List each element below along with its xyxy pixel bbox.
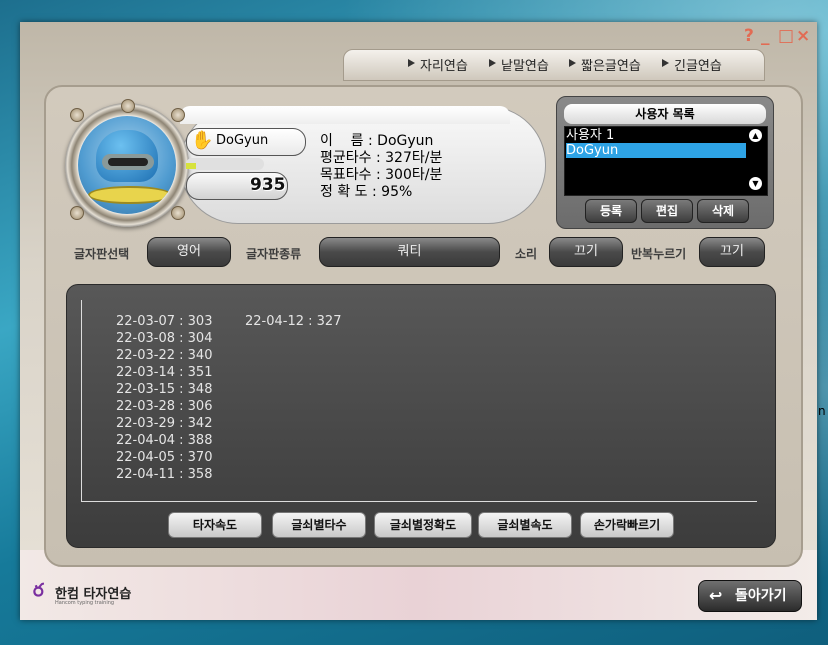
scroll-down-icon[interactable]: ▼ <box>749 177 762 190</box>
bolt-icon <box>171 108 185 122</box>
record-entry: 22-04-11 : 358 <box>116 467 213 482</box>
key-count-button[interactable]: 글쇠별타수 <box>272 512 366 538</box>
tab-long-text-practice[interactable]: 긴글연습 <box>662 55 722 74</box>
level-bar-fill <box>186 163 196 169</box>
finger-speed-button[interactable]: 손가락빠르기 <box>580 512 674 538</box>
bolt-icon <box>121 99 135 113</box>
info-target-speed: 목표타수 : 300타/분 <box>320 167 443 183</box>
record-entry: 22-04-04 : 388 <box>116 433 213 448</box>
repeat-key-toggle[interactable]: 끄기 <box>699 237 765 267</box>
sound-toggle[interactable]: 끄기 <box>549 237 623 267</box>
graph-x-axis <box>81 501 757 502</box>
edit-user-button[interactable]: 편집 <box>641 199 693 223</box>
record-entry: 22-03-22 : 340 <box>116 348 213 363</box>
graph-y-axis <box>81 300 82 501</box>
info-name: 이 름 : DoGyun <box>320 133 434 149</box>
keyboard-select-dropdown[interactable]: 영어 <box>147 237 231 267</box>
repeat-key-label: 반복누르기 <box>631 247 687 261</box>
bolt-icon <box>171 206 185 220</box>
score-value: 935 <box>250 175 286 195</box>
user-list-item-selected[interactable]: DoGyun <box>566 143 746 158</box>
record-entry: 22-03-28 : 306 <box>116 399 213 414</box>
hand-icon: ✋ <box>191 130 214 151</box>
delete-user-button[interactable]: 삭제 <box>697 199 749 223</box>
record-entry: 22-04-05 : 370 <box>116 450 213 465</box>
record-entry: 22-04-12 : 327 <box>245 314 342 329</box>
typing-speed-button[interactable]: 타자속도 <box>168 512 262 538</box>
back-arrow-icon: ↩ <box>709 586 723 605</box>
robot-eyes <box>108 158 148 166</box>
tab-short-text-practice[interactable]: 짧은글연습 <box>569 55 641 74</box>
keyboard-type-label: 글자판종류 <box>246 247 302 261</box>
tab-position-practice[interactable]: 자리연습 <box>408 55 468 74</box>
register-user-button[interactable]: 등록 <box>585 199 637 223</box>
key-accuracy-button[interactable]: 글쇠별정확도 <box>374 512 472 538</box>
minimize-button[interactable]: _ <box>761 26 770 46</box>
back-button[interactable]: ↩ 돌아가기 <box>698 580 802 612</box>
bolt-icon <box>70 108 84 122</box>
logo-subtitle: Hancom typing training <box>55 600 115 606</box>
close-button[interactable]: × <box>796 26 810 46</box>
hancom-logo-icon: ర <box>33 580 44 601</box>
bolt-icon <box>70 206 84 220</box>
profile-bar-highlight <box>180 106 510 124</box>
user-list-title: 사용자 목록 <box>564 104 766 124</box>
avatar[interactable] <box>78 116 176 214</box>
back-button-label: 돌아가기 <box>735 588 787 604</box>
keyboard-type-dropdown[interactable]: 쿼티 <box>319 237 500 267</box>
info-average-speed: 평균타수 : 327타/분 <box>320 150 443 166</box>
level-bar <box>186 158 264 170</box>
background-window-text: n <box>818 404 826 418</box>
sound-label: 소리 <box>515 247 538 261</box>
help-button[interactable]: ? <box>744 26 754 46</box>
maximize-button[interactable]: □ <box>778 26 794 46</box>
user-list-item[interactable]: 사용자 1 <box>566 128 746 143</box>
record-entry: 22-03-08 : 304 <box>116 331 213 346</box>
record-entry: 22-03-29 : 342 <box>116 416 213 431</box>
record-entry: 22-03-15 : 348 <box>116 382 213 397</box>
record-entry: 22-03-14 : 351 <box>116 365 213 380</box>
record-entry: 22-03-07 : 303 <box>116 314 213 329</box>
info-accuracy: 정 확 도 : 95% <box>320 184 413 200</box>
keyboard-select-label: 글자판선택 <box>74 247 130 261</box>
tab-word-practice[interactable]: 낱말연습 <box>489 55 549 74</box>
key-speed-button[interactable]: 글쇠별속도 <box>478 512 572 538</box>
profile-username: DoGyun <box>216 133 269 148</box>
robot-ring <box>88 186 172 204</box>
scroll-up-icon[interactable]: ▲ <box>749 129 762 142</box>
